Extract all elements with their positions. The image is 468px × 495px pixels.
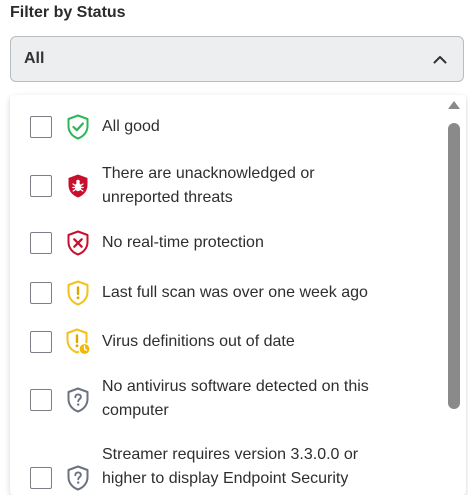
status-option-streamer-version-required[interactable]: Streamer requires version 3.3.0.0 or hig… bbox=[10, 443, 440, 495]
checkbox[interactable] bbox=[30, 232, 52, 254]
scroll-up-arrow-icon[interactable] bbox=[448, 101, 460, 109]
filter-by-status-label: Filter by Status bbox=[10, 4, 126, 21]
shield-question-icon bbox=[65, 387, 91, 413]
status-option-no-real-time-protection[interactable]: No real-time protection bbox=[10, 223, 440, 263]
checkbox[interactable] bbox=[30, 389, 52, 411]
shield-question-icon bbox=[65, 465, 91, 491]
status-option-last-full-scan[interactable]: Last full scan was over one week ago bbox=[10, 273, 440, 313]
shield-exclamation-clock-icon bbox=[65, 328, 91, 356]
checkbox[interactable] bbox=[30, 175, 52, 197]
status-select[interactable]: All bbox=[10, 36, 464, 82]
option-label: Last full scan was over one week ago bbox=[102, 284, 368, 301]
option-label: Virus definitions out of date bbox=[102, 333, 295, 350]
scrollbar-thumb[interactable] bbox=[448, 123, 460, 409]
shield-x-icon bbox=[65, 230, 91, 256]
checkbox[interactable] bbox=[30, 116, 52, 138]
status-option-all-good[interactable]: All good bbox=[10, 107, 440, 147]
status-option-unacknowledged-threats[interactable]: There are unacknowledged or unreported t… bbox=[10, 159, 440, 213]
checkbox[interactable] bbox=[30, 467, 52, 489]
checkbox[interactable] bbox=[30, 282, 52, 304]
shield-bug-icon bbox=[65, 173, 91, 199]
shield-check-icon bbox=[65, 114, 91, 140]
option-label: There are unacknowledged or unreported t… bbox=[102, 165, 315, 206]
status-option-no-antivirus-detected[interactable]: No antivirus software detected on this c… bbox=[10, 372, 440, 426]
status-dropdown-list: All good There are unacknowledged or unr… bbox=[10, 95, 466, 495]
status-option-virus-definitions-out-of-date[interactable]: Virus definitions out of date bbox=[10, 322, 440, 362]
option-label: All good bbox=[102, 118, 160, 135]
option-label: Streamer requires version 3.3.0.0 or hig… bbox=[102, 446, 359, 487]
scrollbar[interactable] bbox=[446, 95, 462, 495]
shield-exclamation-icon bbox=[65, 280, 91, 306]
status-select-value: All bbox=[24, 50, 45, 67]
chevron-up-icon bbox=[433, 52, 447, 66]
checkbox[interactable] bbox=[30, 331, 52, 353]
option-label: No antivirus software detected on this c… bbox=[102, 378, 369, 419]
option-label: No real-time protection bbox=[102, 234, 264, 251]
